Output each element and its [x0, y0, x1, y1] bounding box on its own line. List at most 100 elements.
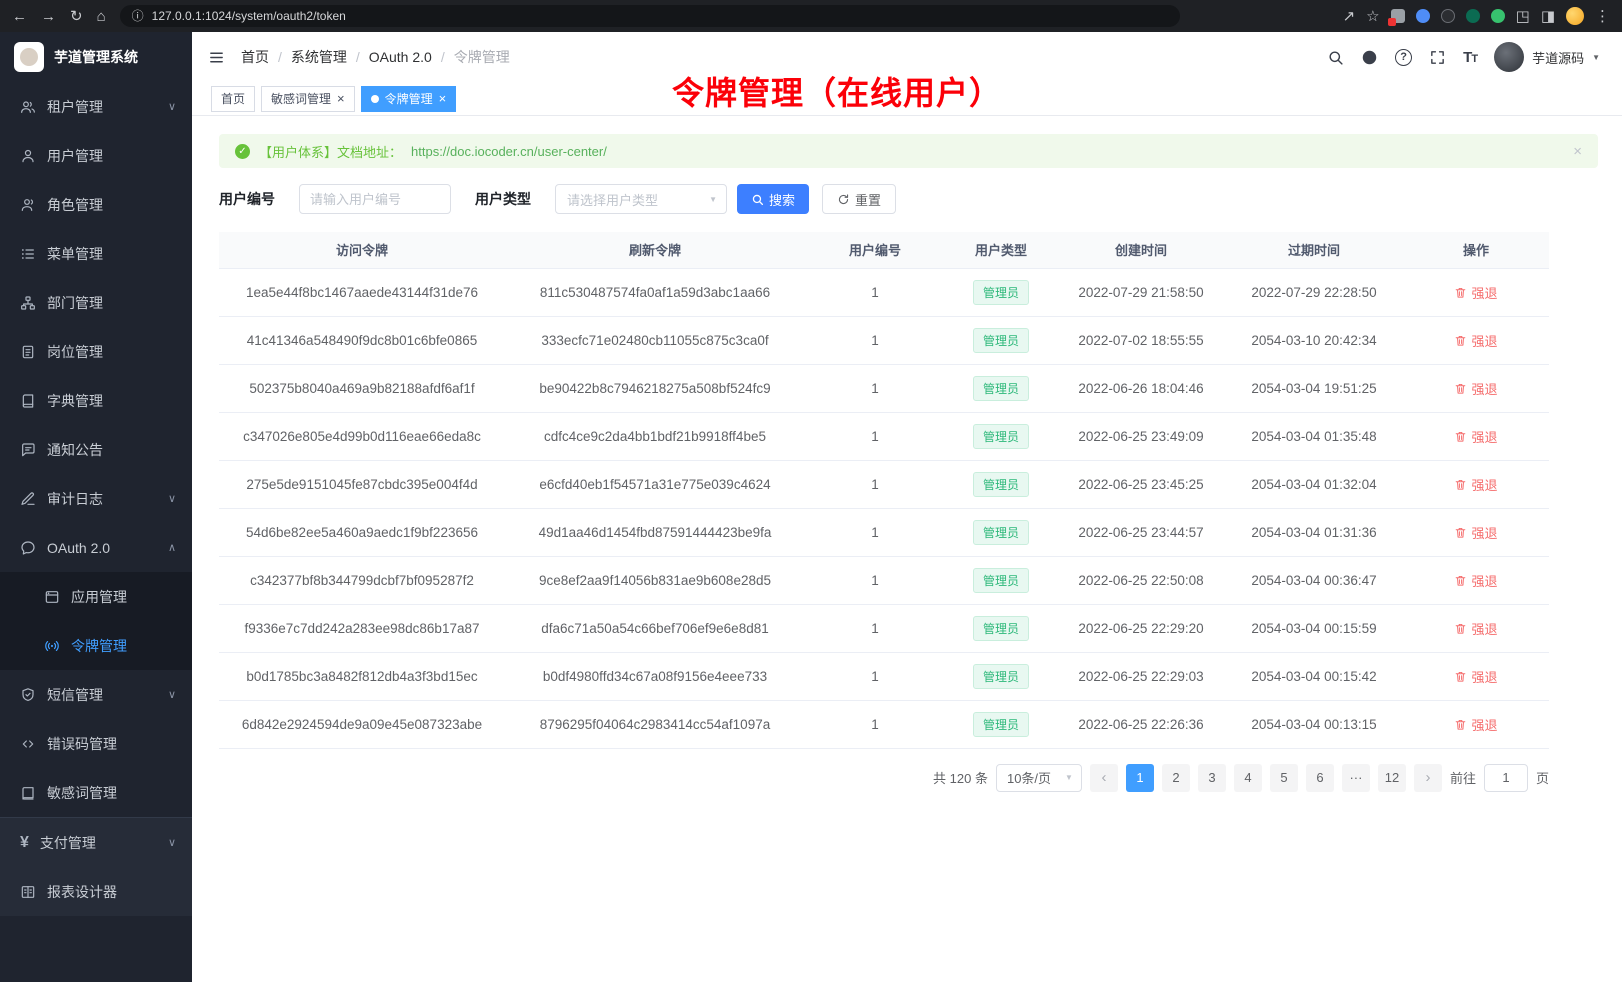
force-logout-button[interactable]: 强退	[1454, 427, 1497, 446]
page-button-12[interactable]: 12	[1378, 764, 1406, 792]
sidebar-item-notice[interactable]: 通知公告	[0, 425, 192, 474]
extension-badged-icon[interactable]	[1391, 9, 1405, 23]
tab-home[interactable]: 首页	[211, 86, 255, 112]
extension-green-icon[interactable]	[1491, 9, 1505, 23]
tab-token[interactable]: 令牌管理×	[361, 86, 457, 112]
breadcrumb-item[interactable]: 系统管理	[291, 47, 347, 67]
force-logout-button[interactable]: 强退	[1454, 379, 1497, 398]
home-icon[interactable]: ⌂	[97, 8, 106, 25]
page-button-1[interactable]: 1	[1126, 764, 1154, 792]
address-bar[interactable]: ⓘ 127.0.0.1:1024/system/oauth2/token	[120, 5, 1180, 27]
sidebar-item-error-code[interactable]: 错误码管理	[0, 719, 192, 768]
table-row: c342377bf8b344799dcbf7bf095287f29ce8ef2a…	[219, 556, 1549, 604]
sidebar-item-tenant[interactable]: 租户管理∨	[0, 82, 192, 131]
page-size-select[interactable]: 10条/页 ▼	[996, 764, 1082, 792]
browser-profile-avatar[interactable]	[1566, 7, 1584, 25]
sidebar-item-post[interactable]: 岗位管理	[0, 327, 192, 376]
filter-bar: 用户编号 用户类型 请选择用户类型 ▼ 搜索 重置	[219, 184, 1598, 214]
prev-page-button[interactable]: ‹	[1090, 764, 1118, 792]
user-id-cell: 1	[805, 412, 945, 460]
page-ellipsis[interactable]: ···	[1342, 764, 1370, 792]
fullscreen-icon[interactable]	[1429, 49, 1446, 66]
force-logout-button[interactable]: 强退	[1454, 715, 1497, 734]
bookmark-star-icon[interactable]: ☆	[1366, 7, 1379, 25]
share-icon[interactable]: ↗	[1343, 7, 1356, 25]
extension-dark-icon[interactable]	[1441, 9, 1455, 23]
access-token-cell: c347026e805e4d99b0d116eae66eda8c	[219, 412, 505, 460]
forward-icon[interactable]: →	[41, 8, 56, 25]
force-logout-button[interactable]: 强退	[1454, 523, 1497, 542]
user-id-label: 用户编号	[219, 189, 275, 209]
extension-blue-icon[interactable]	[1416, 9, 1430, 23]
page-button-5[interactable]: 5	[1270, 764, 1298, 792]
force-logout-label: 强退	[1471, 667, 1497, 686]
sidebar-item-label: 通知公告	[47, 440, 103, 460]
force-logout-button[interactable]: 强退	[1454, 283, 1497, 302]
sidebar-item-pay[interactable]: ¥支付管理∨	[0, 817, 192, 867]
alert-close-icon[interactable]: ×	[1573, 143, 1582, 160]
access-token-cell: 41c41346a548490f9dc8b01c6bfe0865	[219, 316, 505, 364]
force-logout-button[interactable]: 强退	[1454, 331, 1497, 350]
tab-close-icon[interactable]: ×	[439, 92, 447, 105]
sidebar-item-oauth2[interactable]: OAuth 2.0∧	[0, 523, 192, 572]
force-logout-button[interactable]: 强退	[1454, 475, 1497, 494]
search-button[interactable]: 搜索	[737, 184, 809, 214]
app-logo[interactable]: 芋道管理系统	[0, 32, 192, 82]
next-page-button[interactable]: ›	[1414, 764, 1442, 792]
user-id-input[interactable]	[299, 184, 451, 214]
sidebar-item-dict[interactable]: 字典管理	[0, 376, 192, 425]
page-button-3[interactable]: 3	[1198, 764, 1226, 792]
chevron-up-icon: ∧	[168, 541, 176, 554]
sidebar-item-sms[interactable]: 短信管理∨	[0, 670, 192, 719]
user-type-badge: 管理员	[973, 328, 1029, 353]
force-logout-label: 强退	[1471, 283, 1497, 302]
tab-sensitive-word[interactable]: 敏感词管理×	[261, 86, 355, 112]
sidebar-submenu-oauth2: 应用管理令牌管理	[0, 572, 192, 670]
site-info-icon[interactable]: ⓘ	[132, 10, 144, 22]
user-type-cell: 管理员	[945, 460, 1057, 508]
alert-text: 【用户体系】文档地址：	[259, 142, 402, 161]
page-button-2[interactable]: 2	[1162, 764, 1190, 792]
trash-icon	[1454, 334, 1467, 347]
breadcrumb-item[interactable]: 首页	[241, 47, 269, 67]
sidebar-item-audit-log[interactable]: 审计日志∨	[0, 474, 192, 523]
sidebar-item-menu[interactable]: 菜单管理	[0, 229, 192, 278]
browser-menu-icon[interactable]: ⋮	[1595, 7, 1610, 25]
extension-darkgreen-icon[interactable]	[1466, 9, 1480, 23]
tab-close-icon[interactable]: ×	[337, 92, 345, 105]
sidebar-subitem-app[interactable]: 应用管理	[0, 572, 192, 621]
doc-link[interactable]: https://doc.iocoder.cn/user-center/	[411, 144, 607, 159]
extensions-puzzle-icon[interactable]: ◳	[1516, 7, 1530, 25]
table-row: c347026e805e4d99b0d116eae66eda8ccdfc4ce9…	[219, 412, 1549, 460]
sidebar-item-role[interactable]: 角色管理	[0, 180, 192, 229]
sidebar-item-report[interactable]: 报表设计器	[0, 867, 192, 916]
font-size-icon[interactable]: TT	[1463, 49, 1477, 66]
menu-icon	[20, 246, 36, 262]
breadcrumb-item[interactable]: OAuth 2.0	[369, 49, 432, 65]
search-icon[interactable]	[1327, 49, 1344, 66]
user-menu[interactable]: 芋道源码 ▼	[1494, 42, 1600, 72]
user-type-select[interactable]: 请选择用户类型 ▼	[555, 184, 727, 214]
collapse-sidebar-icon[interactable]	[208, 49, 225, 66]
check-circle-icon: ✓	[235, 144, 250, 159]
reload-icon[interactable]: ↻	[70, 7, 83, 25]
force-logout-button[interactable]: 强退	[1454, 619, 1497, 638]
help-icon[interactable]: ?	[1395, 49, 1412, 66]
sidebar-item-user[interactable]: 用户管理	[0, 131, 192, 180]
page-button-6[interactable]: 6	[1306, 764, 1334, 792]
action-cell: 强退	[1403, 652, 1549, 700]
reset-button[interactable]: 重置	[822, 184, 896, 214]
sidebar-item-sensitive-word[interactable]: 敏感词管理	[0, 768, 192, 817]
back-icon[interactable]: ←	[12, 8, 27, 25]
sidebar-item-dept[interactable]: 部门管理	[0, 278, 192, 327]
force-logout-button[interactable]: 强退	[1454, 571, 1497, 590]
user-type-cell: 管理员	[945, 556, 1057, 604]
force-logout-button[interactable]: 强退	[1454, 667, 1497, 686]
action-cell: 强退	[1403, 364, 1549, 412]
sidebar-subitem-token[interactable]: 令牌管理	[0, 621, 192, 670]
github-icon[interactable]	[1361, 49, 1378, 66]
goto-page-input[interactable]	[1484, 764, 1528, 792]
expires-at-cell: 2054-03-04 01:32:04	[1225, 460, 1403, 508]
tab-split-icon[interactable]: ◨	[1541, 7, 1555, 25]
page-button-4[interactable]: 4	[1234, 764, 1262, 792]
